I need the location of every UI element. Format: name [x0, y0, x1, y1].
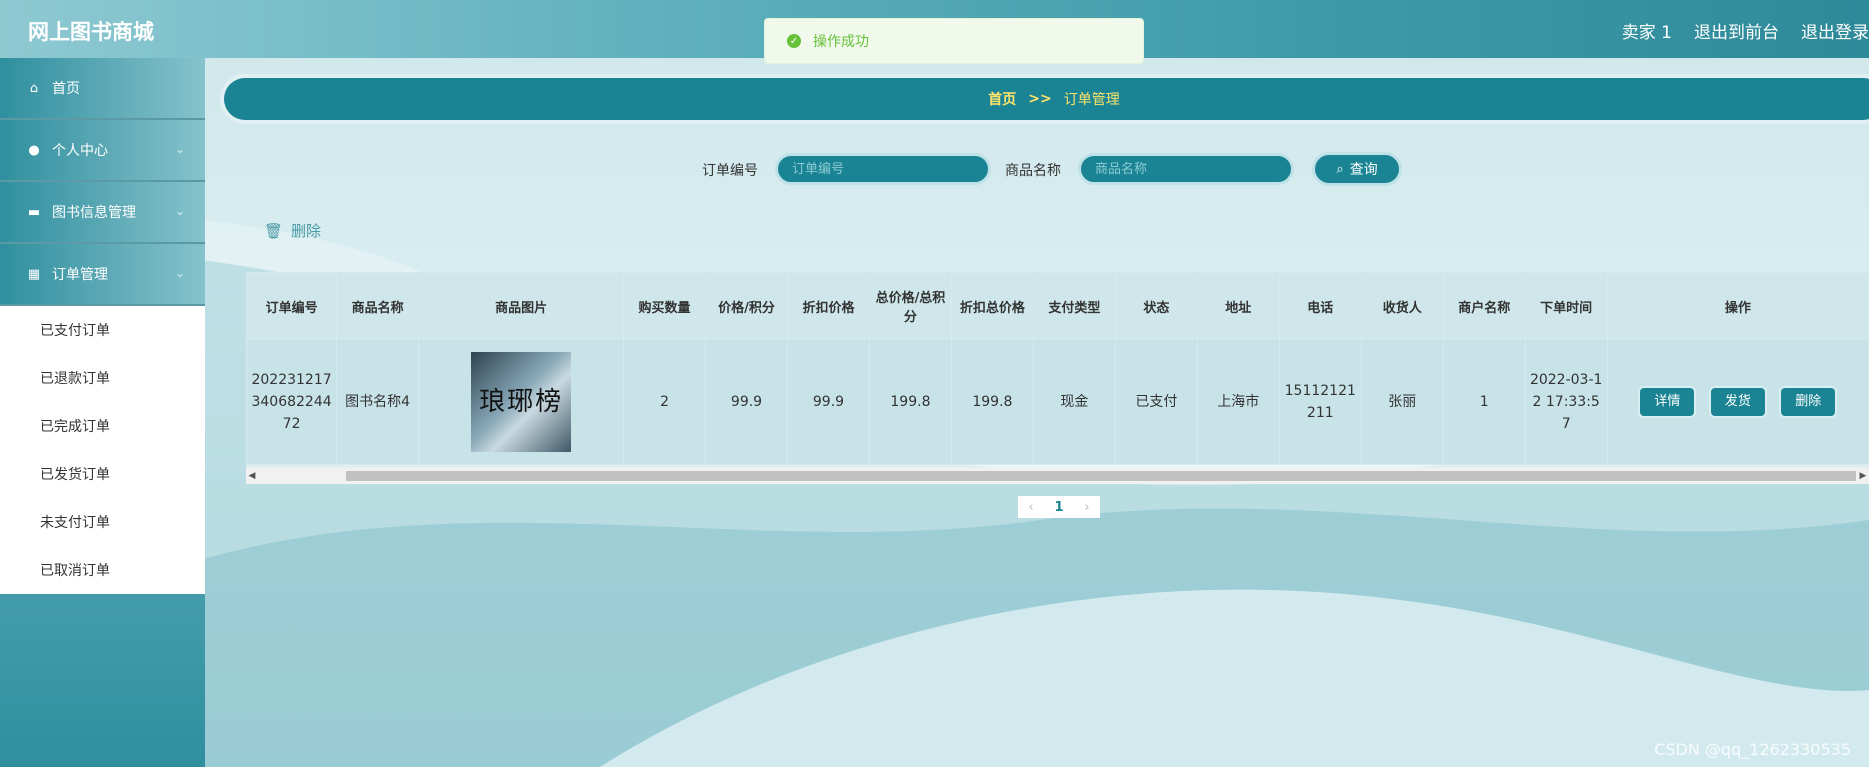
cell-total: 199.8: [868, 339, 952, 465]
logout-link[interactable]: 退出登录: [1801, 18, 1869, 43]
submenu-cancelled-orders[interactable]: 已取消订单: [0, 546, 205, 594]
table-header-row: 订单编号 商品名称 商品图片 购买数量 价格/积分 折扣价格 总价格/总积分 折…: [246, 272, 1869, 340]
scroll-left-icon[interactable]: ◀: [246, 468, 258, 484]
breadcrumb-current: 订单管理: [1063, 92, 1120, 108]
header-actions: 卖家 1 退出到前台 退出登录: [1622, 18, 1869, 43]
search-icon: ⌕: [1336, 161, 1344, 177]
bulk-delete-label: 删除: [291, 222, 322, 240]
column-header: 商品图片: [418, 272, 625, 340]
cell-image: 琅琊榜: [418, 339, 625, 465]
cell-product: 图书名称4: [336, 339, 420, 465]
cell-address: 上海市: [1196, 339, 1280, 465]
breadcrumb: 首页 >> 订单管理: [224, 78, 1869, 120]
cell-order-time: 2022-03-12 17:33:57: [1524, 339, 1608, 465]
column-header: 商户名称: [1442, 272, 1526, 340]
breadcrumb-separator: >>: [1028, 91, 1052, 107]
cell-discount-price: 99.9: [786, 339, 870, 465]
column-header: 支付类型: [1032, 272, 1116, 340]
product-name-input[interactable]: [1078, 153, 1294, 185]
sidebar-item-profile[interactable]: ● 个人中心 ⌄: [0, 120, 205, 182]
column-header: 折扣总价格: [950, 272, 1034, 340]
app-title: 网上图书商城: [28, 20, 154, 44]
sidebar-item-label: 订单管理: [52, 267, 108, 283]
cell-price: 99.9: [705, 339, 788, 465]
pagination: ‹ 1 ›: [1018, 496, 1100, 518]
orders-table: 订单编号 商品名称 商品图片 购买数量 价格/积分 折扣价格 总价格/总积分 折…: [246, 272, 1869, 465]
sidebar-item-label: 首页: [52, 81, 80, 97]
sidebar: ⌂ 首页 ● 个人中心 ⌄ ▬ 图书信息管理 ⌄ ▦ 订单管理 ⌄ 已支付订单 …: [0, 58, 205, 767]
submenu-shipped-orders[interactable]: 已发货订单: [0, 450, 205, 498]
product-image[interactable]: 琅琊榜: [471, 352, 572, 452]
order-no-label: 订单编号: [702, 163, 758, 179]
column-header: 收货人: [1360, 272, 1444, 340]
table-row: 20223121734068224472 图书名称4 琅琊榜 2 99.9 99…: [246, 339, 1869, 465]
cell-order-no: 20223121734068224472: [246, 339, 338, 465]
cell-discount-total: 199.8: [950, 339, 1034, 465]
sidebar-item-label: 图书信息管理: [52, 205, 136, 221]
scroll-right-icon[interactable]: ▶: [1857, 468, 1869, 484]
column-header: 总价格/总积分: [868, 272, 952, 340]
cell-receiver: 张丽: [1360, 339, 1444, 465]
column-header: 折扣价格: [786, 272, 870, 340]
sidebar-item-order-management[interactable]: ▦ 订单管理 ⌄: [0, 244, 205, 306]
check-circle-icon: ✓: [787, 34, 801, 48]
column-header: 订单编号: [246, 272, 338, 340]
cell-quantity: 2: [623, 339, 707, 465]
query-button-label: 查询: [1349, 162, 1378, 178]
order-no-input[interactable]: [775, 153, 991, 185]
trash-icon: 🗑: [264, 221, 284, 240]
orders-table-container: 订单编号 商品名称 商品图片 购买数量 价格/积分 折扣价格 总价格/总积分 折…: [246, 272, 1869, 484]
cell-status: 已支付: [1114, 339, 1198, 465]
horizontal-scrollbar[interactable]: ◀ ▶: [246, 468, 1869, 484]
column-header: 地址: [1196, 272, 1280, 340]
breadcrumb-home[interactable]: 首页: [988, 89, 1016, 109]
exit-to-front-link[interactable]: 退出到前台: [1694, 18, 1779, 43]
user-icon: ●: [28, 142, 40, 158]
toast-message: 操作成功: [813, 34, 869, 50]
column-header: 购买数量: [623, 272, 707, 340]
delete-button[interactable]: 删除: [1781, 388, 1836, 416]
column-header: 操作: [1606, 272, 1869, 340]
sidebar-item-label: 个人中心: [52, 143, 108, 159]
success-toast: ✓ 操作成功: [764, 18, 1144, 64]
detail-button[interactable]: 详情: [1640, 388, 1695, 416]
watermark: CSDN @qq_1262330535: [1654, 740, 1851, 759]
cell-pay-type: 现金: [1032, 339, 1116, 465]
column-header: 价格/积分: [705, 272, 788, 340]
prev-page-icon[interactable]: ‹: [1028, 500, 1033, 515]
product-name-label: 商品名称: [1005, 163, 1061, 179]
page-number[interactable]: 1: [1054, 500, 1063, 515]
chevron-down-icon: ⌄: [174, 266, 185, 280]
next-page-icon[interactable]: ›: [1084, 500, 1089, 515]
briefcase-icon: ▬: [27, 204, 41, 220]
sidebar-item-book-management[interactable]: ▬ 图书信息管理 ⌄: [0, 182, 205, 244]
submenu-paid-orders[interactable]: 已支付订单: [0, 306, 205, 354]
query-button[interactable]: ⌕ 查询: [1312, 152, 1402, 186]
column-header: 商品名称: [336, 272, 420, 340]
cell-actions: 详情 发货 删除: [1606, 339, 1869, 465]
column-header: 下单时间: [1524, 272, 1608, 340]
chevron-down-icon: ⌄: [174, 204, 185, 218]
scrollbar-thumb[interactable]: [346, 471, 1856, 481]
chevron-down-icon: ⌄: [174, 142, 185, 156]
current-user[interactable]: 卖家 1: [1622, 18, 1672, 43]
column-header: 电话: [1278, 272, 1362, 340]
bulk-delete-button[interactable]: 🗑 删除: [264, 220, 321, 241]
grid-icon: ▦: [27, 266, 41, 282]
cell-merchant: 1: [1442, 339, 1526, 465]
submenu-refunded-orders[interactable]: 已退款订单: [0, 354, 205, 402]
submenu-completed-orders[interactable]: 已完成订单: [0, 402, 205, 450]
sidebar-item-home[interactable]: ⌂ 首页: [0, 58, 205, 120]
submenu-unpaid-orders[interactable]: 未支付订单: [0, 498, 205, 546]
column-header: 状态: [1114, 272, 1198, 340]
cell-phone: 15112121211: [1278, 339, 1362, 465]
home-icon: ⌂: [29, 80, 39, 96]
ship-button[interactable]: 发货: [1710, 388, 1765, 416]
order-submenu: 已支付订单 已退款订单 已完成订单 已发货订单 未支付订单 已取消订单: [0, 306, 205, 594]
